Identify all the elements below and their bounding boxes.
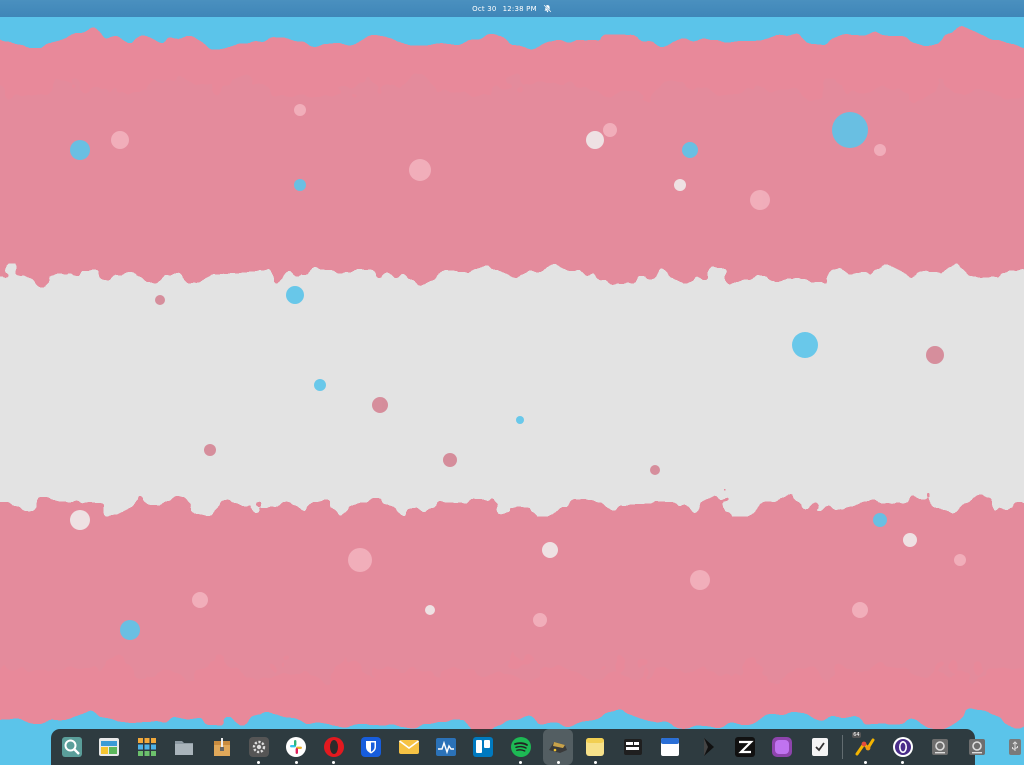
calendar-icon: [658, 735, 682, 759]
dock-item-trello[interactable]: [468, 729, 498, 765]
search-app-icon: [60, 735, 84, 759]
dock-item-files[interactable]: [169, 729, 199, 765]
dock-item-disk[interactable]: [925, 729, 955, 765]
running-indicator: [257, 761, 261, 764]
dock-separator: [842, 735, 844, 759]
top-bar: Oct 30 12:38 PM: [0, 0, 1024, 17]
desktop: Oct 30 12:38 PM 64: [0, 0, 1024, 765]
dock-item-screenshot[interactable]: [94, 729, 124, 765]
tasks-icon: [621, 735, 645, 759]
bitwarden-icon: [359, 735, 383, 759]
dock-item-bitwarden[interactable]: [356, 729, 386, 765]
clock-time: 12:38 PM: [502, 4, 537, 13]
mail-icon: [397, 735, 421, 759]
dock-item-purple-app[interactable]: [767, 729, 797, 765]
clock[interactable]: Oct 30 12:38 PM: [472, 5, 537, 13]
running-indicator: [863, 761, 867, 764]
git-app-icon: [853, 735, 877, 759]
dock-item-spotify[interactable]: [506, 729, 536, 765]
archive-manager-icon: [210, 735, 234, 759]
dock-item-settings[interactable]: [244, 729, 274, 765]
running-indicator: [332, 761, 336, 764]
screenshot-app-icon: [97, 735, 121, 759]
dock: 64: [51, 729, 1021, 765]
files-icon: [172, 735, 196, 759]
running-indicator: [519, 761, 523, 764]
dock-item-app-grid[interactable]: [132, 729, 162, 765]
dock-item-tasks[interactable]: [618, 729, 648, 765]
dock-item-search[interactable]: [57, 729, 87, 765]
terminal-icon: [546, 735, 570, 759]
dock-item-proton[interactable]: [888, 729, 918, 765]
usb-drive-icon: [1003, 735, 1024, 759]
wallpaper: [0, 0, 1024, 765]
trello-icon: [471, 735, 495, 759]
spotify-icon: [509, 735, 533, 759]
dock-item-calendar[interactable]: [655, 729, 685, 765]
opera-icon: [322, 735, 346, 759]
zed-icon: [733, 735, 757, 759]
dock-item-archive[interactable]: [207, 729, 237, 765]
system-monitor-icon: [434, 735, 458, 759]
running-indicator: [294, 761, 298, 764]
dock-item-opera[interactable]: [319, 729, 349, 765]
running-indicator: [556, 761, 560, 764]
running-indicator: [901, 761, 905, 764]
settings-icon: [247, 735, 271, 759]
notes-icon: [583, 735, 607, 759]
inkscape-icon: [696, 735, 720, 759]
app-grid-icon: [135, 735, 159, 759]
disk-icon-2: [965, 735, 989, 759]
dock-item-disk-2[interactable]: [962, 729, 992, 765]
dock-item-system-monitor[interactable]: [431, 729, 461, 765]
todo-check-icon: [808, 735, 832, 759]
dock-item-todo[interactable]: [805, 729, 835, 765]
dock-item-notes[interactable]: [580, 729, 610, 765]
dock-item-git-app[interactable]: 64: [850, 729, 880, 765]
slack-icon: [284, 735, 308, 759]
dock-item-inkscape[interactable]: [693, 729, 723, 765]
purple-app-icon: [770, 735, 794, 759]
proton-icon: [891, 735, 915, 759]
bell-off-icon[interactable]: [543, 4, 552, 13]
dock-item-mail[interactable]: [394, 729, 424, 765]
clock-date: Oct 30: [472, 4, 497, 13]
dock-item-terminal[interactable]: [543, 729, 574, 765]
notification-badge: 64: [852, 732, 861, 738]
dock-item-slack[interactable]: [281, 729, 311, 765]
dock-item-usb[interactable]: [1000, 729, 1024, 765]
dock-item-zed[interactable]: [730, 729, 760, 765]
disk-icon: [928, 735, 952, 759]
running-indicator: [593, 761, 597, 764]
